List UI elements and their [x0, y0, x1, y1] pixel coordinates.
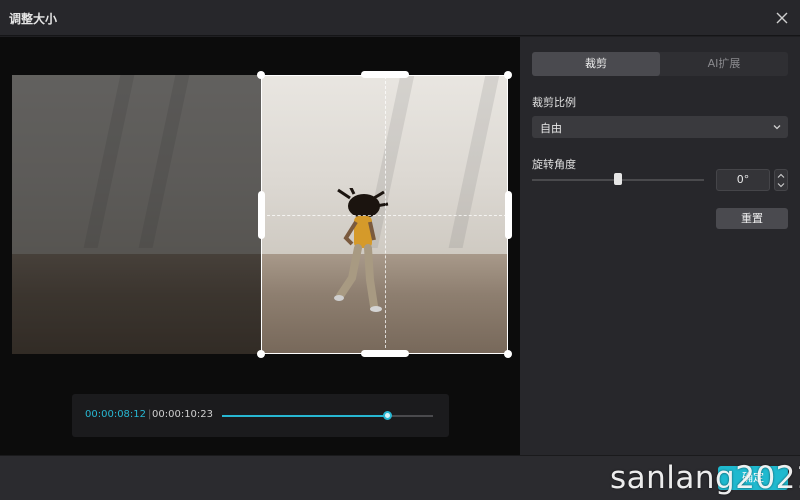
total-time: 00:00:10:23 — [152, 409, 214, 420]
rotate-slider-handle[interactable] — [614, 173, 622, 185]
crop-handle-bottom[interactable] — [361, 350, 409, 357]
rotate-angle-input[interactable]: 0° — [716, 169, 770, 191]
crop-handle-bottom-left[interactable] — [257, 350, 265, 358]
timeline-track[interactable] — [222, 411, 433, 420]
crop-handle-bottom-right[interactable] — [504, 350, 512, 358]
close-button[interactable] — [774, 10, 790, 26]
panel-tabs: 裁剪 AI扩展 — [532, 52, 788, 76]
time-separator: | — [148, 409, 152, 420]
crop-handle-top-left[interactable] — [257, 71, 265, 79]
cropped-out-overlay — [12, 75, 261, 354]
playback-bar: 00:00:08:12 | 00:00:10:23 — [72, 394, 449, 437]
crop-handle-left[interactable] — [258, 191, 265, 239]
settings-panel: 裁剪 AI扩展 裁剪比例 自由 旋转角度 0° 重置 — [520, 37, 800, 455]
close-icon — [776, 12, 788, 24]
rotate-angle-label: 旋转角度 — [532, 158, 576, 171]
chevron-down-icon — [773, 125, 781, 130]
video-preview-area: 00:00:08:12 | 00:00:10:23 — [0, 37, 520, 455]
chevron-down-icon[interactable] — [777, 181, 785, 189]
reset-button[interactable]: 重置 — [716, 208, 788, 229]
crop-box[interactable] — [261, 75, 508, 354]
timeline-progress — [222, 415, 387, 417]
rotate-angle-slider[interactable] — [532, 173, 704, 185]
timeline-playhead[interactable] — [382, 411, 392, 420]
tab-ai-expand[interactable]: AI扩展 — [660, 52, 788, 76]
watermark-text: sanlang2021 — [610, 460, 800, 496]
title-bar: 调整大小 — [0, 0, 800, 36]
crop-handle-top[interactable] — [361, 71, 409, 78]
crop-handle-right[interactable] — [505, 191, 512, 239]
current-time: 00:00:08:12 — [85, 409, 147, 420]
tab-crop[interactable]: 裁剪 — [532, 52, 660, 76]
rotate-angle-stepper — [774, 169, 788, 191]
dialog-title: 调整大小 — [9, 12, 58, 26]
crop-ratio-label: 裁剪比例 — [532, 96, 576, 109]
crop-handle-top-right[interactable] — [504, 71, 512, 79]
dialog-footer: 确定 sanlang2021 — [0, 455, 800, 500]
crop-guide-horizontal — [262, 215, 507, 216]
crop-ratio-value: 自由 — [540, 122, 562, 135]
crop-ratio-select[interactable]: 自由 — [532, 116, 788, 138]
chevron-up-icon[interactable] — [777, 172, 785, 180]
